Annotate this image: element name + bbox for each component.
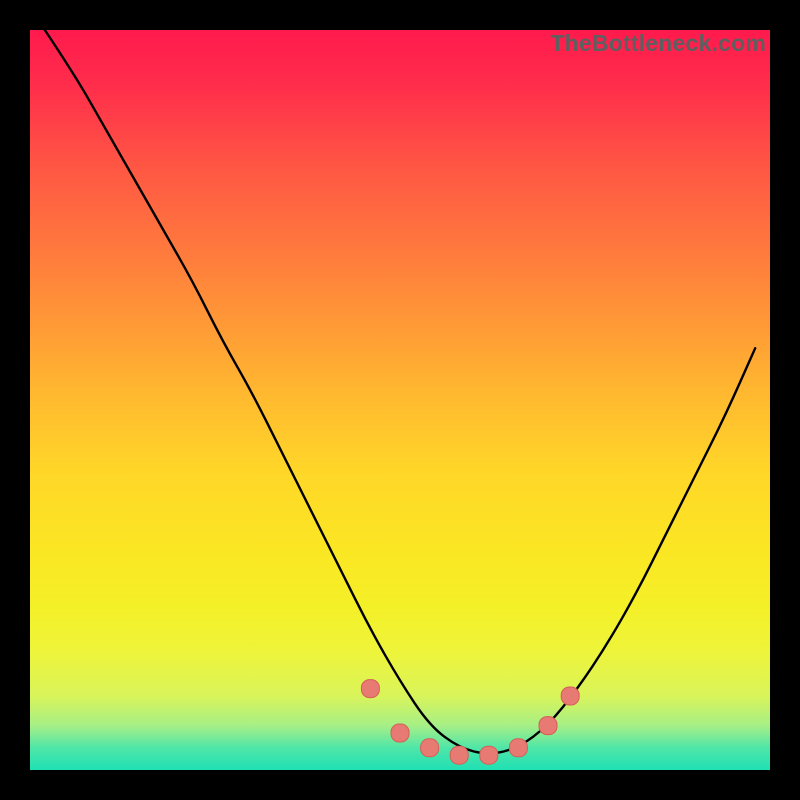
curve-marker — [561, 687, 579, 705]
curve-marker — [391, 724, 409, 742]
chart-frame: TheBottleneck.com — [0, 0, 800, 800]
curve-markers — [361, 680, 579, 765]
curve-marker — [421, 739, 439, 757]
curve-group — [45, 30, 755, 764]
curve-marker — [480, 746, 498, 764]
watermark-text: TheBottleneck.com — [550, 30, 766, 57]
chart-plot-area — [30, 30, 770, 770]
curve-marker — [509, 739, 527, 757]
curve-marker — [539, 717, 557, 735]
bottleneck-curve-svg — [30, 30, 770, 770]
bottleneck-curve-path — [45, 30, 755, 753]
curve-marker — [450, 746, 468, 764]
curve-marker — [361, 680, 379, 698]
